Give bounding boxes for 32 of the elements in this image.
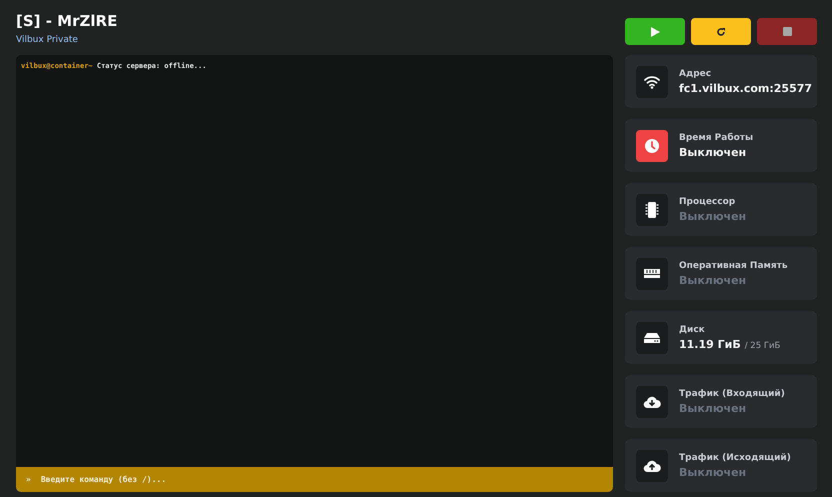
prompt-icon: » (26, 475, 31, 484)
stat-value: fc1.vilbux.com:25577 (679, 82, 812, 94)
cloud-download-icon (643, 394, 661, 408)
stop-icon (782, 27, 792, 36)
server-title: [S] - MrZlRE (16, 11, 118, 30)
memory-icon (643, 268, 661, 280)
stat-value: Выключен (679, 146, 746, 158)
stat-value: Выключен (679, 402, 746, 414)
chip-icon (644, 200, 660, 218)
restart-button[interactable] (691, 18, 751, 45)
stat-value: Выключен (679, 210, 746, 222)
stat-label: Трафик (Входящий) (679, 388, 785, 398)
command-input[interactable]: » Введите команду (без /)... (16, 467, 613, 492)
clock-icon (644, 138, 660, 154)
stat-label: Адрес (679, 68, 712, 78)
cloud-upload-icon (643, 458, 661, 472)
play-icon (650, 26, 660, 36)
restart-icon (716, 26, 726, 36)
stat-label: Диск (679, 324, 706, 334)
server-subtitle: Vilbux Private (16, 35, 79, 45)
hard-drive-icon (643, 332, 661, 344)
stat-label: Трафик (Исходящий) (679, 452, 791, 462)
command-placeholder: Введите команду (без /)... (40, 475, 166, 484)
stat-total: / 25 ГиБ (744, 340, 780, 350)
stat-value: Выключен (679, 274, 746, 286)
stat-label: Время Работы (679, 132, 754, 142)
stat-label: Оперативная Память (679, 260, 788, 270)
wifi-icon (644, 74, 660, 88)
stat-label: Процессор (679, 196, 736, 206)
stat-value: 11.19 ГиБ (679, 338, 741, 350)
stat-value: Выключен (679, 466, 746, 478)
start-button[interactable] (625, 18, 685, 45)
